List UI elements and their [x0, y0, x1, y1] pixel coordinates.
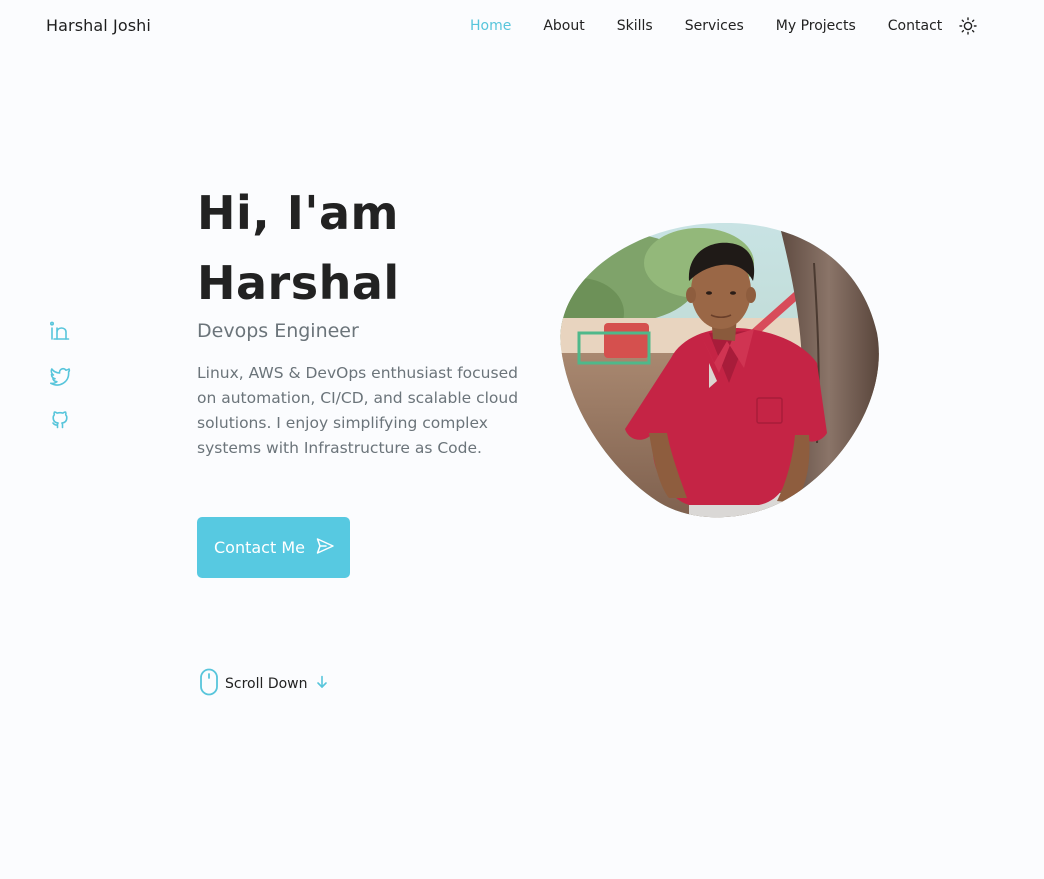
linkedin-icon[interactable] [49, 320, 71, 342]
nav-my-projects[interactable]: My Projects [776, 18, 856, 34]
nav-skills[interactable]: Skills [617, 18, 653, 34]
scroll-down-link[interactable]: Scroll Down [199, 668, 328, 700]
twitter-icon[interactable] [49, 364, 71, 386]
hero-description: Linux, AWS & DevOps enthusiast focused o… [197, 364, 519, 457]
main-nav: Home About Skills Services My Projects C… [470, 17, 977, 35]
hero-greeting: Hi, I'am [197, 186, 399, 240]
hero-heading: Hi, I'am Harshal [197, 178, 400, 318]
contact-me-label: Contact Me [214, 538, 305, 557]
social-links [49, 320, 71, 452]
nav-about[interactable]: About [543, 18, 584, 34]
github-icon[interactable] [49, 408, 71, 430]
mouse-icon [199, 668, 219, 700]
sun-icon[interactable] [959, 17, 977, 35]
hero-subtitle: Devops Engineer [197, 320, 359, 342]
scroll-down-label: Scroll Down [225, 676, 308, 692]
hero-name: Harshal [197, 256, 400, 310]
send-icon [315, 536, 335, 560]
contact-me-button[interactable]: Contact Me [197, 517, 350, 578]
nav-services[interactable]: Services [685, 18, 744, 34]
site-header: Harshal Joshi Home About Skills Services… [0, 0, 1044, 52]
site-logo[interactable]: Harshal Joshi [46, 16, 151, 35]
nav-contact[interactable]: Contact [888, 18, 942, 34]
nav-home[interactable]: Home [470, 18, 511, 34]
profile-photo [559, 223, 879, 521]
arrow-down-icon [316, 675, 328, 693]
